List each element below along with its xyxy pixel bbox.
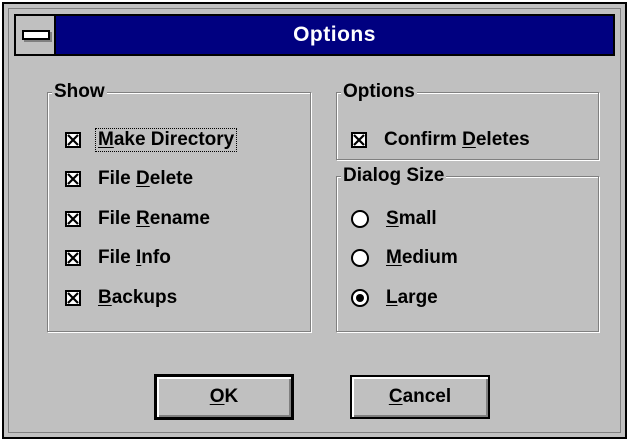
window-title: Options [293,23,376,46]
file-info-label: File Info [98,247,171,268]
radio-circle [351,249,369,267]
show-group-title: Show [52,81,107,103]
system-menu-button[interactable] [16,16,56,54]
backups-label: Backups [98,287,178,308]
system-menu-icon [22,30,50,40]
size-medium-radio[interactable]: Medium [351,244,461,272]
size-large-label: Large [386,287,438,308]
options-dialog: Options Show Make Directory File Delete … [2,2,627,439]
show-group: Show Make Directory File Delete File Ren… [47,81,311,332]
checkbox-box [65,250,81,266]
check-mark-icon [67,213,79,225]
checkbox-box [65,132,81,148]
size-small-label: Small [386,208,437,229]
check-mark-icon [67,173,79,185]
cancel-button-label: Cancel [388,386,452,407]
ok-button[interactable]: OK [154,374,294,420]
dialog-size-group: Dialog Size Small Medium Large [336,165,599,332]
ok-button-label: OK [209,386,239,407]
radio-selected-dot [356,294,364,302]
file-rename-checkbox[interactable]: File Rename [65,205,213,233]
file-info-checkbox[interactable]: File Info [65,244,174,272]
checkbox-box [65,171,81,187]
title-bar[interactable]: Options [14,14,615,56]
size-small-radio[interactable]: Small [351,205,440,233]
backups-checkbox[interactable]: Backups [65,284,180,312]
dialog-size-group-title: Dialog Size [341,165,447,187]
make-directory-label: Make Directory [95,128,238,152]
confirm-deletes-label: Confirm Deletes [384,129,530,150]
checkbox-box [351,132,367,148]
check-mark-icon [67,292,79,304]
confirm-deletes-checkbox[interactable]: Confirm Deletes [351,126,533,154]
check-mark-icon [67,134,79,146]
file-delete-checkbox[interactable]: File Delete [65,165,196,193]
make-directory-checkbox[interactable]: Make Directory [65,126,238,154]
checkbox-box [65,211,81,227]
checkbox-box [65,290,81,306]
options-group-title: Options [341,81,417,103]
radio-circle [351,289,369,307]
check-mark-icon [67,252,79,264]
size-large-radio[interactable]: Large [351,284,441,312]
size-medium-label: Medium [386,247,458,268]
options-group: Options Confirm Deletes [336,81,599,160]
radio-circle [351,210,369,228]
file-delete-label: File Delete [98,168,194,189]
check-mark-icon [353,134,365,146]
file-rename-label: File Rename [98,208,210,229]
cancel-button[interactable]: Cancel [350,375,490,419]
